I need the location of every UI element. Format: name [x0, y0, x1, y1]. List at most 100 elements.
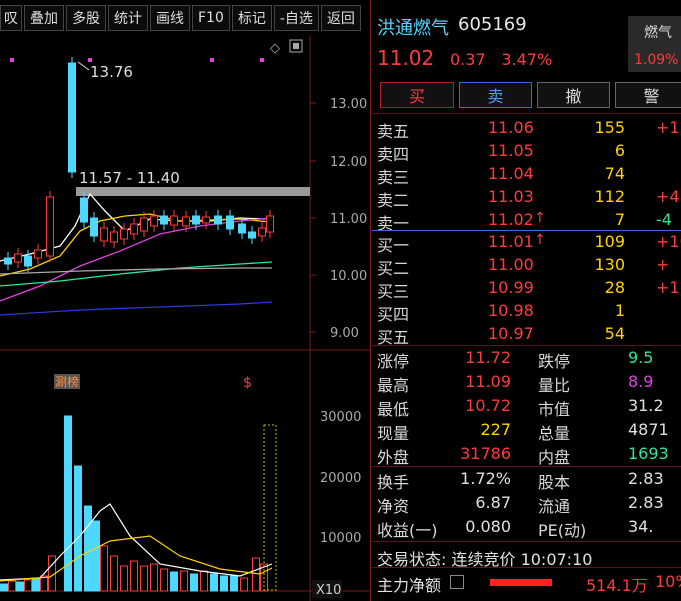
candle-body[interactable] [214, 215, 222, 225]
flow-detail-icon[interactable] [450, 575, 464, 589]
event-marker-icon[interactable] [88, 58, 92, 62]
candle-body[interactable] [226, 215, 234, 230]
alert-button[interactable]: 警 [615, 82, 681, 108]
volume-bar[interactable] [160, 568, 168, 592]
candle-body[interactable] [14, 253, 22, 263]
candle-body[interactable] [202, 216, 210, 224]
volume-bar[interactable] [24, 579, 32, 592]
bid-row[interactable]: 买三 10.99 28 +1 [372, 276, 681, 301]
volume-bar[interactable] [240, 577, 248, 592]
bid-price: 10.98 [488, 301, 534, 320]
volume-bar[interactable] [92, 520, 100, 592]
volume-bar[interactable] [74, 465, 82, 592]
toolbar-button-stats[interactable]: 统计 [108, 5, 148, 31]
toolbar-button-back[interactable]: 返回 [320, 5, 361, 31]
bid-row[interactable]: 买五 10.97 54 [372, 322, 681, 347]
event-marker-icon[interactable] [10, 58, 14, 62]
volume-bar[interactable] [110, 555, 118, 592]
stock-name[interactable]: 洪通燃气 [377, 14, 449, 40]
bid-row[interactable]: 买二 11.00 130 + [372, 253, 681, 278]
candle-body[interactable] [34, 249, 42, 259]
volume-bar[interactable] [0, 583, 8, 592]
bid-row[interactable]: 买四 10.98 1 [372, 299, 681, 324]
price-range-band [76, 187, 310, 196]
cancel-order-button[interactable]: 撤 [537, 82, 610, 108]
volume-bar[interactable] [170, 571, 178, 592]
candle-body[interactable] [160, 215, 168, 225]
ask-row[interactable]: 卖三 11.04 74 [372, 162, 681, 187]
price-axis-tick: 9.00 [330, 326, 359, 341]
kline-chart[interactable]: ◇ 13.00 12.00 11.00 10.00 9.00 30000 20000 1000… [0, 36, 370, 601]
candle-body[interactable] [150, 215, 158, 227]
stat-value: 31.2 [628, 396, 664, 415]
ask-row[interactable]: 卖二 11.03 112 +4 [372, 185, 681, 210]
window-toggle-icon-inner [293, 43, 299, 49]
event-marker-icon[interactable] [260, 58, 264, 62]
toolbar-button-overlay[interactable]: 叠加 [24, 5, 64, 31]
volume-bar[interactable] [180, 570, 188, 592]
event-marker-icon[interactable] [210, 58, 214, 62]
candle-body[interactable] [140, 217, 148, 232]
settings-diamond-icon[interactable]: ◇ [270, 41, 280, 56]
candle-body[interactable] [238, 223, 246, 234]
volume-bar[interactable] [230, 575, 238, 592]
toolbar-button-multi-stock[interactable]: 多股 [66, 5, 106, 31]
candle-body[interactable] [248, 231, 256, 239]
stat-label: 净资 [377, 497, 410, 516]
toolbar-button-mark[interactable]: 标记 [231, 5, 272, 31]
candle-body[interactable] [90, 217, 98, 237]
candle-body[interactable] [100, 227, 108, 242]
volume-bar[interactable] [200, 570, 208, 592]
volume-bar[interactable] [140, 565, 148, 592]
candle-body[interactable] [192, 215, 200, 225]
candle-body[interactable] [258, 227, 266, 237]
volume-bar[interactable] [8, 580, 16, 592]
volume-bar[interactable] [130, 560, 138, 592]
volume-bar[interactable] [252, 557, 260, 592]
buy-button[interactable]: 买 [380, 82, 454, 108]
stat-label: 外盘 [377, 448, 410, 467]
toolbar-button-weight[interactable]: 叹 [0, 5, 22, 31]
candle-body[interactable] [170, 215, 178, 226]
ask-volume: 7 [614, 210, 625, 229]
stat-value: 34. [628, 517, 654, 536]
bid-price: 10.97 [488, 324, 534, 343]
price-row: 11.02 0.37 3.47% [377, 46, 562, 70]
sector-tag[interactable]: 燃气 1.09% [628, 16, 681, 72]
ask-price: 11.05 [488, 141, 534, 160]
stat-value: 9.5 [628, 348, 654, 367]
toolbar-button-draw[interactable]: 画线 [150, 5, 190, 31]
sell-button[interactable]: 卖 [459, 82, 532, 108]
volume-bar[interactable] [16, 581, 24, 592]
volume-bar[interactable] [220, 575, 228, 592]
candle-body[interactable] [80, 197, 88, 223]
volume-bar[interactable] [100, 545, 108, 592]
toolbar-button-f10[interactable]: F10 [192, 5, 230, 31]
ask-row[interactable]: 卖五11.06155+15 [372, 116, 681, 141]
volume-bar[interactable] [84, 505, 92, 592]
ask-row[interactable]: 卖一 11.02 7 -4 [372, 208, 681, 233]
candle-body[interactable] [46, 196, 54, 257]
candle-body[interactable] [266, 215, 274, 233]
ask-row[interactable]: 卖四 11.05 6 [372, 139, 681, 164]
volume-bar[interactable] [150, 563, 158, 592]
dividend-marker-icon[interactable]: $ [243, 375, 252, 391]
price-axis-tick: 12.00 [330, 155, 367, 170]
volume-bar[interactable] [120, 565, 128, 592]
volume-bar[interactable] [210, 573, 218, 592]
candle-body[interactable] [24, 255, 32, 267]
candle-body[interactable] [110, 231, 118, 243]
candle-body[interactable] [120, 228, 128, 240]
volume-bar[interactable] [32, 577, 40, 592]
flow-bar [490, 579, 552, 586]
candle-body[interactable] [4, 257, 12, 265]
volume-bar[interactable] [190, 573, 198, 592]
stat-label: 市值 [538, 400, 571, 419]
candle-body[interactable] [130, 223, 138, 235]
stat-value: 0.080 [465, 517, 511, 536]
candle-body[interactable] [182, 216, 190, 227]
toolbar-button-remove-favorite[interactable]: -自选 [273, 5, 319, 31]
bid-row[interactable]: 买一11.01109+10 [372, 230, 681, 255]
candle-body[interactable] [68, 62, 76, 173]
panel-divider [370, 0, 371, 601]
